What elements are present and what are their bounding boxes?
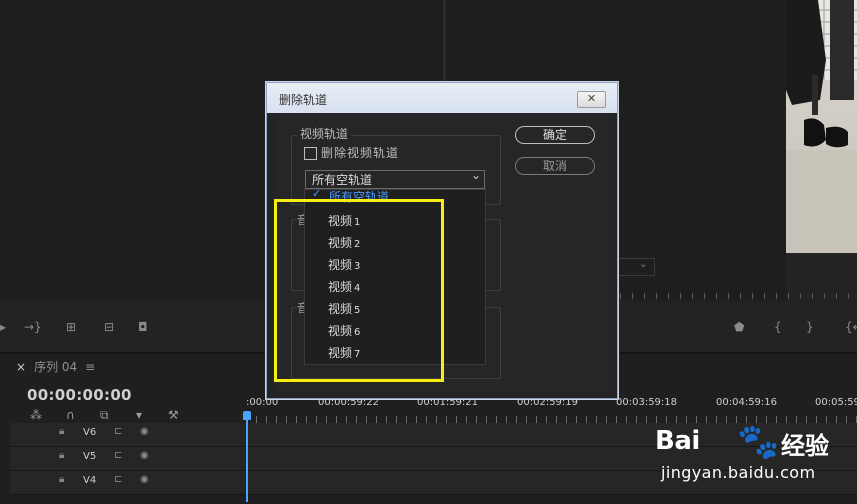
watermark-logo-text: Bai <box>655 426 700 456</box>
add-marker-icon[interactable]: ▾ <box>136 408 142 422</box>
dialog-title: 删除轨道 <box>279 93 328 107</box>
camera-icon[interactable]: ◘ <box>138 320 148 334</box>
program-time-ruler[interactable] <box>620 293 857 299</box>
playhead[interactable] <box>246 413 248 502</box>
close-tab-icon[interactable]: × <box>16 360 26 374</box>
close-button[interactable]: ✕ <box>577 91 606 108</box>
track-name: V6 <box>83 427 97 438</box>
sync-lock-icon[interactable]: ⊏ <box>114 474 122 485</box>
eye-icon[interactable]: ◉ <box>140 450 149 461</box>
eye-icon[interactable]: ◉ <box>140 474 149 485</box>
sequence-name: 序列 04 <box>34 360 78 374</box>
sync-lock-icon[interactable]: ⊏ <box>114 450 122 461</box>
track-name: V4 <box>83 475 97 486</box>
lock-icon[interactable]: 🔒︎ <box>59 474 64 485</box>
delete-video-tracks-checkbox[interactable] <box>304 147 317 160</box>
track-header: 🔒︎ V5 ⊏ ◉ <box>10 447 238 470</box>
panel-menu-icon[interactable]: ≡ <box>85 360 95 374</box>
watermark-url: jingyan.baidu.com <box>661 463 816 482</box>
eye-icon[interactable]: ◉ <box>140 426 149 437</box>
sync-lock-icon[interactable]: ⊏ <box>114 426 122 437</box>
mark-out-icon-2[interactable]: } <box>806 320 814 334</box>
sequence-tab[interactable]: × 序列 04 ≡ <box>16 358 95 375</box>
marker-icon[interactable]: ⬟ <box>734 320 744 334</box>
select-value: 所有空轨道 <box>312 173 373 187</box>
timecode-display[interactable]: 00:00:00:00 <box>27 386 132 404</box>
ok-button[interactable]: 确定 <box>515 126 595 144</box>
mark-out-icon[interactable]: ▸ <box>0 320 6 334</box>
insert-icon[interactable]: ⊞ <box>66 320 76 334</box>
go-to-in-icon[interactable]: {← <box>845 320 857 334</box>
watermark-logo-cn: 经验 <box>781 432 829 460</box>
ruler-label: 00:04:59:16 <box>716 397 778 408</box>
linked-selection-icon[interactable]: ⧉ <box>100 408 109 423</box>
ruler-label: 00:05:59 <box>815 397 857 408</box>
overwrite-icon[interactable]: ⊟ <box>104 320 114 334</box>
cancel-button[interactable]: 取消 <box>515 157 595 175</box>
paw-icon: 🐾 <box>737 422 780 462</box>
mark-in-icon[interactable]: { <box>774 320 782 334</box>
chevron-down-icon[interactable]: ⌄ <box>471 168 481 182</box>
snap-magnet-icon[interactable]: ∩ <box>66 408 75 422</box>
program-preview-image <box>786 0 857 253</box>
highlight-box <box>274 199 444 382</box>
track-header: 🔒︎ V4 ⊏ ◉ <box>10 471 238 494</box>
dialog-titlebar[interactable]: 删除轨道 ✕ <box>267 83 617 113</box>
lock-icon[interactable]: 🔒︎ <box>59 426 64 437</box>
delete-video-tracks-label[interactable]: 删除视频轨道 <box>321 144 399 161</box>
lock-icon[interactable]: 🔒︎ <box>59 450 64 461</box>
baidu-jingyan-watermark: Bai 🐾 经验 jingyan.baidu.com <box>655 422 857 502</box>
ruler-label: 00:03:59:18 <box>616 397 678 408</box>
nest-icon[interactable]: ⁂ <box>30 408 42 422</box>
track-name: V5 <box>83 451 97 462</box>
go-to-out-icon[interactable]: →} <box>24 320 42 334</box>
track-header: 🔒︎ V6 ⊏ ◉ <box>10 423 238 446</box>
video-tracks-legend: 视频轨道 <box>297 125 352 142</box>
wrench-icon[interactable]: ⚒ <box>168 408 179 422</box>
